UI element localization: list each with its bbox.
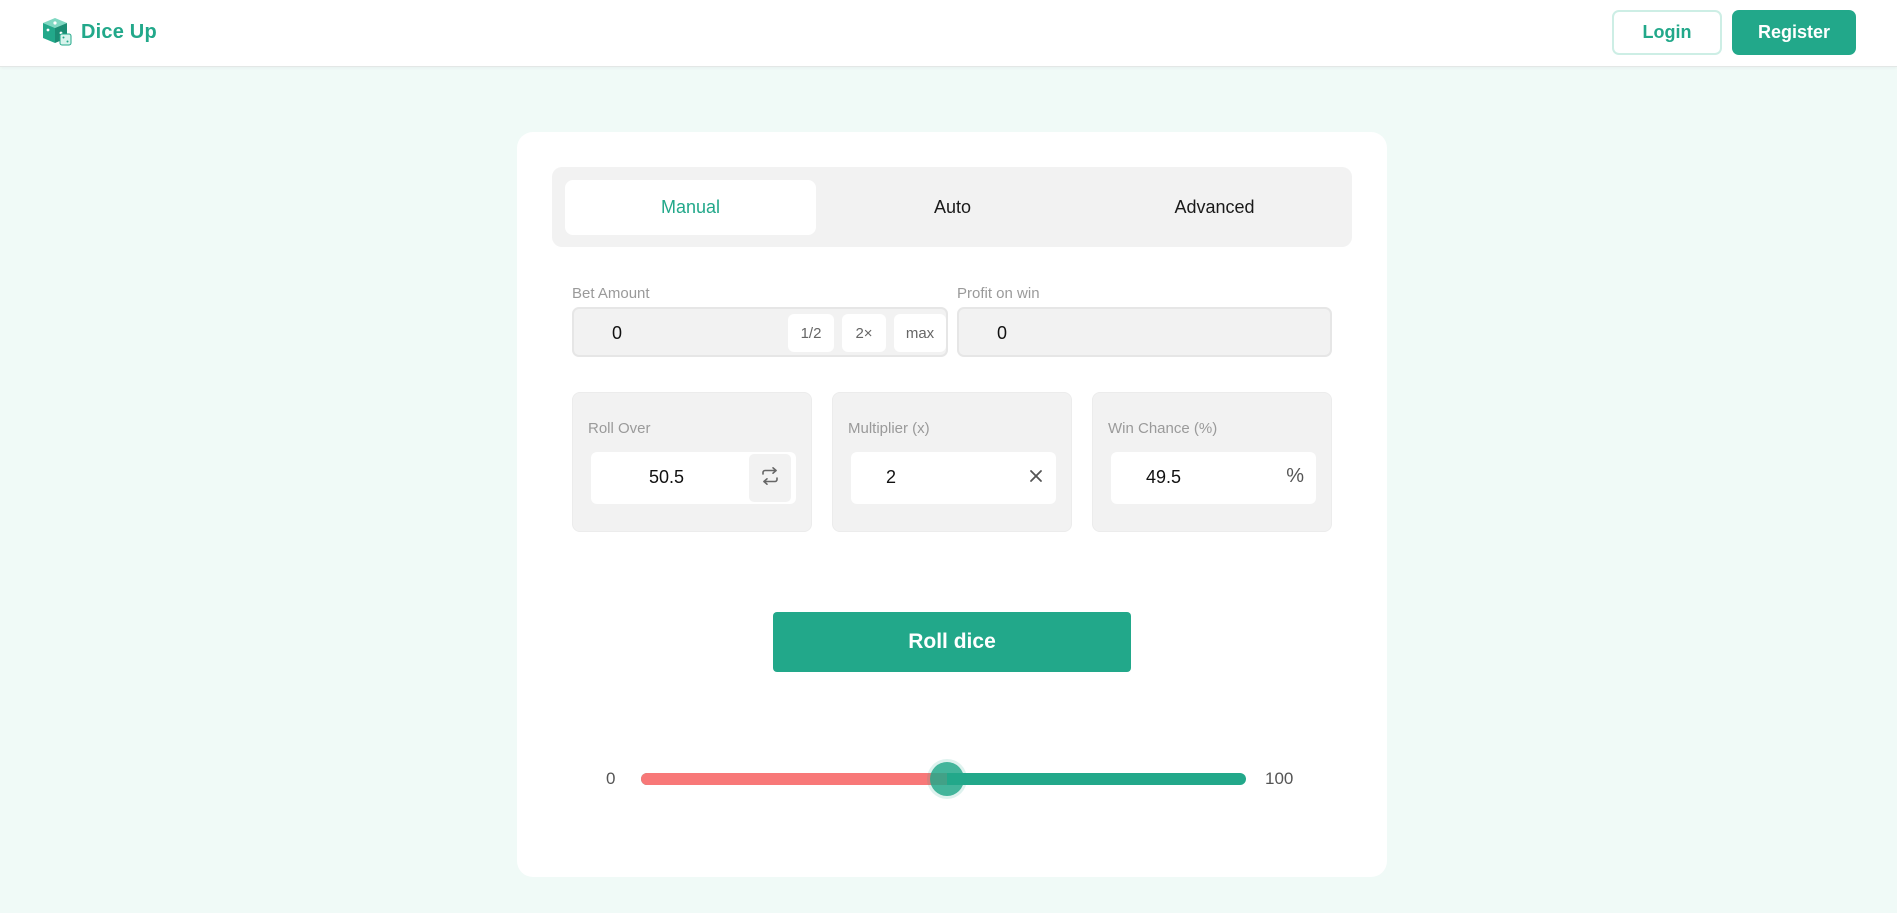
swap-roll-direction-button[interactable]	[749, 454, 791, 502]
multiplier-value[interactable]: 2	[886, 467, 896, 488]
tab-manual[interactable]: Manual	[565, 180, 816, 235]
tab-auto[interactable]: Auto	[827, 180, 1078, 235]
dice-logo-icon	[41, 16, 73, 48]
profit-on-win-value: 0	[997, 323, 1008, 343]
bet-amount-label: Bet Amount	[572, 285, 650, 302]
double-bet-button[interactable]: 2×	[842, 314, 886, 352]
slider-max-label: 100	[1265, 769, 1294, 788]
bet-amount-value[interactable]: 0	[612, 323, 622, 344]
times-icon	[1028, 467, 1044, 490]
multiplier-label: Multiplier (x)	[848, 420, 930, 437]
top-nav: Dice Up Login Register	[0, 0, 1897, 67]
slider-lose-range	[641, 773, 947, 785]
roll-over-panel: Roll Over 50.5	[572, 392, 812, 532]
win-chance-field[interactable]: 49.5 %	[1111, 452, 1316, 504]
win-chance-value[interactable]: 49.5	[1146, 467, 1181, 488]
register-button[interactable]: Register	[1732, 10, 1856, 55]
roll-over-label: Roll Over	[588, 420, 651, 437]
brand-name: Dice Up	[81, 20, 157, 43]
dice-game-card: Manual Auto Advanced Bet Amount 0 1/2 2×…	[517, 132, 1387, 877]
slider-min-label: 0	[606, 769, 616, 788]
tab-advanced[interactable]: Advanced	[1089, 180, 1340, 235]
brand-logo[interactable]: Dice Up	[41, 16, 157, 48]
roll-over-field[interactable]: 50.5	[591, 452, 796, 504]
max-bet-button[interactable]: max	[894, 314, 946, 352]
mode-tabs: Manual Auto Advanced	[552, 167, 1352, 247]
roll-slider-thumb[interactable]	[929, 762, 964, 796]
half-bet-button[interactable]: 1/2	[788, 314, 834, 352]
swap-icon	[760, 466, 780, 491]
profit-on-win-field: 0	[957, 307, 1332, 357]
roll-dice-button[interactable]: Roll dice	[773, 612, 1131, 672]
roll-over-value[interactable]: 50.5	[649, 467, 684, 488]
bet-amount-field[interactable]: 0 1/2 2× max	[572, 307, 948, 357]
login-button[interactable]: Login	[1612, 10, 1722, 55]
win-chance-label: Win Chance (%)	[1108, 420, 1218, 437]
win-chance-panel: Win Chance (%) 49.5 %	[1092, 392, 1332, 532]
multiplier-field[interactable]: 2	[851, 452, 1056, 504]
multiplier-panel: Multiplier (x) 2	[832, 392, 1072, 532]
percent-suffix: %	[1286, 465, 1304, 487]
profit-on-win-label: Profit on win	[957, 285, 1040, 302]
